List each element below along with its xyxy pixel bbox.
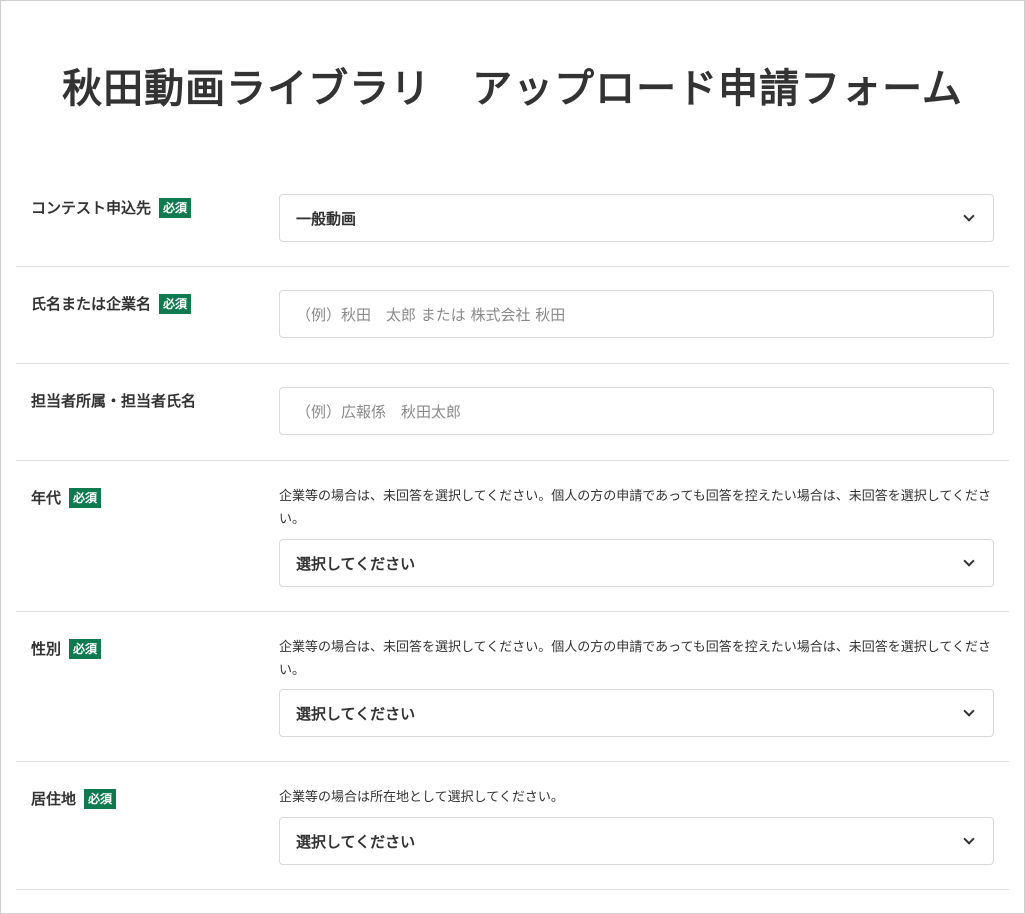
page-title: 秋田動画ライブラリ アップロード申請フォーム — [62, 66, 963, 112]
label-text: 性別 — [31, 640, 62, 658]
upload-application-form-page: 秋田動画ライブラリ アップロード申請フォーム コンテスト申込先 必須 一般動画 … — [0, 0, 1025, 914]
form-row-contest: コンテスト申込先 必須 一般動画 — [16, 171, 1009, 267]
form-row-residence: 居住地 必須 企業等の場合は所在地として選択してください。 選択してください — [16, 762, 1009, 890]
contest-select[interactable]: 一般動画 — [279, 194, 994, 242]
age-note: 企業等の場合は、未回答を選択してください。個人の方の申請であっても回答を控えたい… — [279, 489, 992, 527]
chevron-down-icon — [963, 705, 975, 717]
gender-select[interactable]: 選択してください — [279, 689, 994, 737]
residence-select-value: 選択してください — [296, 832, 416, 851]
field-label-gender: 性別 必須 — [31, 638, 102, 659]
residence-note: 企業等の場合は所在地として選択してください。 — [279, 790, 564, 805]
form-row-gender: 性別 必須 企業等の場合は、未回答を選択してください。個人の方の申請であっても回… — [16, 612, 1009, 762]
contact-input[interactable]: （例）広報係 秋田太郎 — [279, 387, 994, 435]
form-row-contact: 担当者所属・担当者氏名 （例）広報係 秋田太郎 — [16, 364, 1009, 461]
contest-select-value: 一般動画 — [296, 209, 357, 228]
chevron-down-icon — [963, 210, 975, 222]
chevron-down-icon — [963, 555, 975, 567]
field-label-contact: 担当者所属・担当者氏名 — [31, 390, 196, 411]
name-input-placeholder: （例）秋田 太郎 または 株式会社 秋田 — [296, 305, 566, 324]
age-select-value: 選択してください — [296, 554, 416, 573]
required-badge: 必須 — [69, 487, 102, 508]
residence-select[interactable]: 選択してください — [279, 817, 994, 865]
required-badge: 必須 — [159, 293, 192, 314]
form-row-age: 年代 必須 企業等の場合は、未回答を選択してください。個人の方の申請であっても回… — [16, 461, 1009, 612]
chevron-down-icon — [963, 833, 975, 845]
field-label-residence: 居住地 必須 — [31, 788, 117, 809]
label-text: 氏名または企業名 — [31, 295, 152, 313]
field-label-age: 年代 必須 — [31, 487, 102, 508]
required-badge: 必須 — [69, 638, 102, 659]
label-text: 担当者所属・担当者氏名 — [31, 392, 197, 410]
gender-select-value: 選択してください — [296, 704, 416, 723]
gender-note: 企業等の場合は、未回答を選択してください。個人の方の申請であっても回答を控えたい… — [279, 640, 992, 678]
form-row-name: 氏名または企業名 必須 （例）秋田 太郎 または 株式会社 秋田 — [16, 267, 1009, 364]
contact-input-placeholder: （例）広報係 秋田太郎 — [296, 402, 462, 421]
field-label-contest: コンテスト申込先 必須 — [31, 197, 192, 218]
name-input[interactable]: （例）秋田 太郎 または 株式会社 秋田 — [279, 290, 994, 338]
label-text: 居住地 — [31, 790, 77, 808]
required-badge: 必須 — [84, 788, 117, 809]
age-select[interactable]: 選択してください — [279, 539, 994, 587]
field-label-name: 氏名または企業名 必須 — [31, 293, 192, 314]
required-badge: 必須 — [159, 197, 192, 218]
label-text: コンテスト申込先 — [31, 199, 152, 217]
label-text: 年代 — [31, 489, 62, 507]
